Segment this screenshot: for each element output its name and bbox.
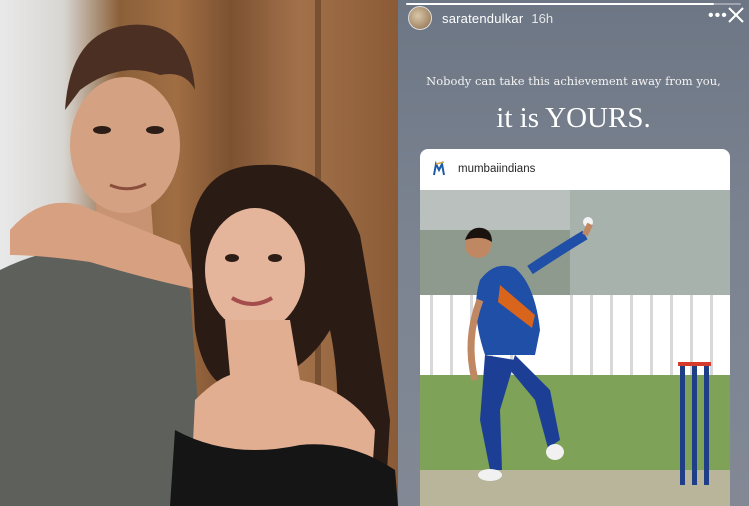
story-progress-fill (406, 3, 715, 5)
story-progress-bar (406, 3, 741, 5)
story-caption-line2: it is YOURS. (496, 102, 651, 134)
close-icon[interactable] (727, 6, 745, 24)
story-header: saratendulkar 16h (408, 6, 553, 30)
avatar[interactable] (408, 6, 432, 30)
shared-post-username[interactable]: mumbaiindians (458, 163, 535, 175)
mumbai-indians-logo-icon (431, 161, 448, 178)
photo-people-illustration (0, 24, 398, 506)
story-viewer: saratendulkar 16h ••• Nobody can take th… (398, 0, 749, 506)
left-photo (0, 0, 398, 506)
story-timestamp: 16h (531, 10, 554, 26)
bowler-photo-illustration (420, 190, 730, 506)
story-username[interactable]: saratendulkar (442, 11, 523, 26)
story-caption-line1: Nobody can take this achievement away fr… (426, 74, 721, 88)
shared-post-header: mumbaiindians (431, 159, 535, 179)
more-horizontal-icon[interactable]: ••• (708, 8, 728, 24)
shared-post-card[interactable]: mumbaiindians (420, 149, 730, 506)
shared-post-image (420, 190, 730, 506)
